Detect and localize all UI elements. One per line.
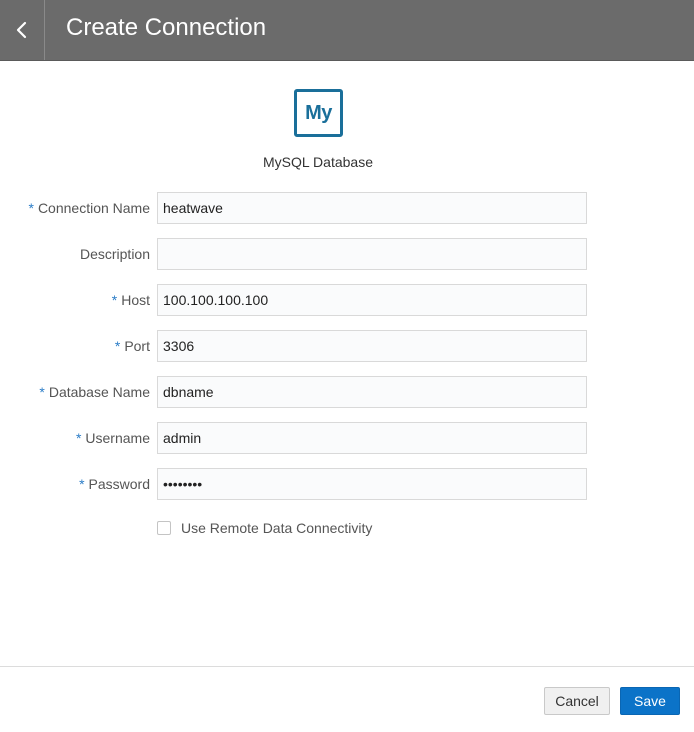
password-input[interactable]: •••••••• xyxy=(157,468,587,500)
host-row: * Host xyxy=(0,284,694,316)
remote-connectivity-option[interactable]: Use Remote Data Connectivity xyxy=(157,519,372,537)
remote-connectivity-checkbox[interactable] xyxy=(157,521,171,535)
connection-name-row: * Connection Name xyxy=(0,192,694,224)
database-name-row: * Database Name xyxy=(0,376,694,408)
port-input[interactable] xyxy=(157,330,587,362)
cancel-button[interactable]: Cancel xyxy=(544,687,610,715)
username-row: * Username xyxy=(0,422,694,454)
password-label: * Password xyxy=(79,476,150,492)
port-label: * Port xyxy=(114,338,150,354)
password-row: * Password •••••••• xyxy=(0,468,694,500)
description-input[interactable] xyxy=(157,238,587,270)
required-marker: * xyxy=(39,384,45,400)
remote-connectivity-label: Use Remote Data Connectivity xyxy=(181,520,373,536)
database-name-label: * Database Name xyxy=(39,384,150,400)
mysql-logo-icon: My xyxy=(294,89,343,137)
chevron-left-icon xyxy=(16,21,27,39)
database-name-input[interactable] xyxy=(157,376,587,408)
host-input[interactable] xyxy=(157,284,587,316)
required-marker: * xyxy=(79,476,85,492)
page-header: Create Connection xyxy=(0,0,694,61)
required-marker: * xyxy=(75,430,82,446)
description-row: Description xyxy=(0,238,694,270)
required-marker: * xyxy=(28,200,34,216)
required-marker: * xyxy=(111,292,118,308)
page-title: Create Connection xyxy=(66,14,267,41)
required-marker: * xyxy=(114,338,121,354)
connection-name-input[interactable] xyxy=(157,192,587,224)
host-label: * Host xyxy=(111,292,150,308)
port-row: * Port xyxy=(0,330,694,362)
footer-divider xyxy=(0,666,694,667)
description-label: Description xyxy=(79,246,150,262)
connection-name-label: * Connection Name xyxy=(28,200,150,216)
save-button[interactable]: Save xyxy=(620,687,680,715)
username-label: * Username xyxy=(75,430,150,446)
back-button[interactable] xyxy=(0,0,45,60)
connection-type-label: MySQL Database xyxy=(263,154,373,170)
username-input[interactable] xyxy=(157,422,587,454)
